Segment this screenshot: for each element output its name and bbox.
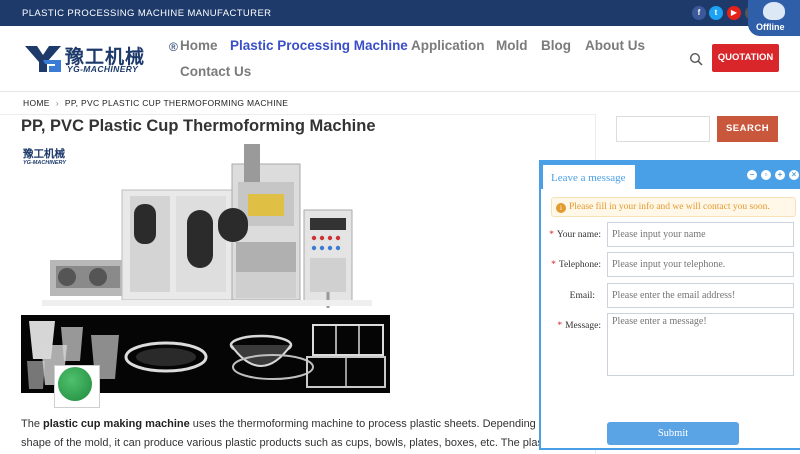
name-label: * Your name:	[549, 230, 601, 240]
nav-mold[interactable]: Mold	[496, 38, 528, 53]
page-title: PP, PVC Plastic Cup Thermoforming Machin…	[21, 117, 376, 135]
whatsapp-float-button[interactable]	[54, 365, 100, 408]
product-logo-english: YG-MACHINERY	[23, 160, 66, 166]
quotation-button[interactable]: QUOTATION	[712, 44, 779, 72]
breadcrumb-current: PP, PVC PLASTIC CUP THERMOFORMING MACHIN…	[64, 98, 289, 108]
minimize-icon[interactable]: −	[747, 170, 757, 180]
email-field[interactable]	[607, 283, 794, 308]
twitter-icon[interactable]: t	[709, 6, 723, 20]
sidebar-search-input[interactable]	[616, 116, 710, 142]
chat-tab-leave-message[interactable]: Leave a message	[543, 165, 635, 191]
logo-english-text: YG-MACHINERY	[67, 64, 139, 74]
nav-home[interactable]: Home	[180, 38, 218, 53]
email-label: Email:	[569, 291, 595, 301]
breadcrumb-home[interactable]: HOME	[23, 98, 50, 108]
telephone-label: * Telephone:	[551, 260, 601, 270]
yg-logo-icon	[25, 46, 61, 72]
nav-blog[interactable]: Blog	[541, 38, 571, 53]
whatsapp-icon	[58, 367, 92, 401]
product-logo-chinese: 豫工机械	[23, 148, 65, 160]
plastic-cup-link[interactable]: plastic cup making machine	[43, 418, 190, 430]
search-icon[interactable]	[689, 52, 703, 66]
telephone-field[interactable]	[607, 252, 794, 277]
product-image-logo: 豫工机械 YG-MACHINERY	[23, 146, 66, 166]
name-field[interactable]	[607, 222, 794, 247]
chat-notice: i Please fill in your info and we will co…	[551, 197, 796, 217]
nav-contact-us[interactable]: Contact Us	[180, 64, 251, 79]
site-tagline: PLASTIC PROCESSING MACHINE MANUFACTURER	[22, 8, 272, 19]
site-logo[interactable]: 豫工机械 YG-MACHINERY ®	[23, 40, 178, 76]
nav-plastic-processing-machine[interactable]: Plastic Processing Machine	[230, 38, 408, 53]
message-field[interactable]	[607, 313, 794, 376]
sidebar-search-button[interactable]: SEARCH	[717, 116, 778, 142]
intro-text-post: uses the thermoforming machine to proces…	[189, 418, 552, 430]
intro-paragraph-line-2: shape of the mold, it can produce variou…	[21, 437, 543, 449]
close-icon[interactable]: ×	[789, 170, 799, 180]
info-icon: i	[556, 203, 566, 213]
message-label: * Message:	[557, 321, 601, 331]
nav-about-us[interactable]: About Us	[585, 38, 645, 53]
agent-avatar-icon	[763, 2, 785, 20]
submit-button[interactable]: Submit	[607, 422, 739, 445]
restore-icon[interactable]: ▫	[761, 170, 771, 180]
header-divider	[0, 91, 800, 92]
intro-text-pre: The	[21, 418, 44, 430]
breadcrumb-separator: ›	[55, 98, 59, 108]
maximize-icon[interactable]: +	[775, 170, 785, 180]
chat-notice-text: Please fill in your info and we will con…	[569, 202, 770, 212]
chat-status-label: Offline	[756, 22, 785, 32]
facebook-icon[interactable]: f	[692, 6, 706, 20]
registered-mark: ®	[169, 40, 178, 54]
leave-message-widget: Leave a message − ▫ + × i Please fill in …	[539, 160, 800, 450]
chat-header: Leave a message − ▫ + ×	[541, 162, 800, 191]
nav-application[interactable]: Application	[411, 38, 485, 53]
chat-status-badge[interactable]: Offline	[748, 0, 800, 36]
breadcrumb-divider	[0, 114, 595, 115]
intro-paragraph-line-1: The plastic cup making machine uses the …	[21, 418, 551, 430]
thermoforming-machine-image	[42, 144, 372, 308]
breadcrumb: HOME › PP, PVC PLASTIC CUP THERMOFORMING M…	[23, 98, 288, 108]
youtube-icon[interactable]: ▶	[727, 6, 741, 20]
top-bar: PLASTIC PROCESSING MACHINE MANUFACTURER …	[0, 0, 800, 26]
